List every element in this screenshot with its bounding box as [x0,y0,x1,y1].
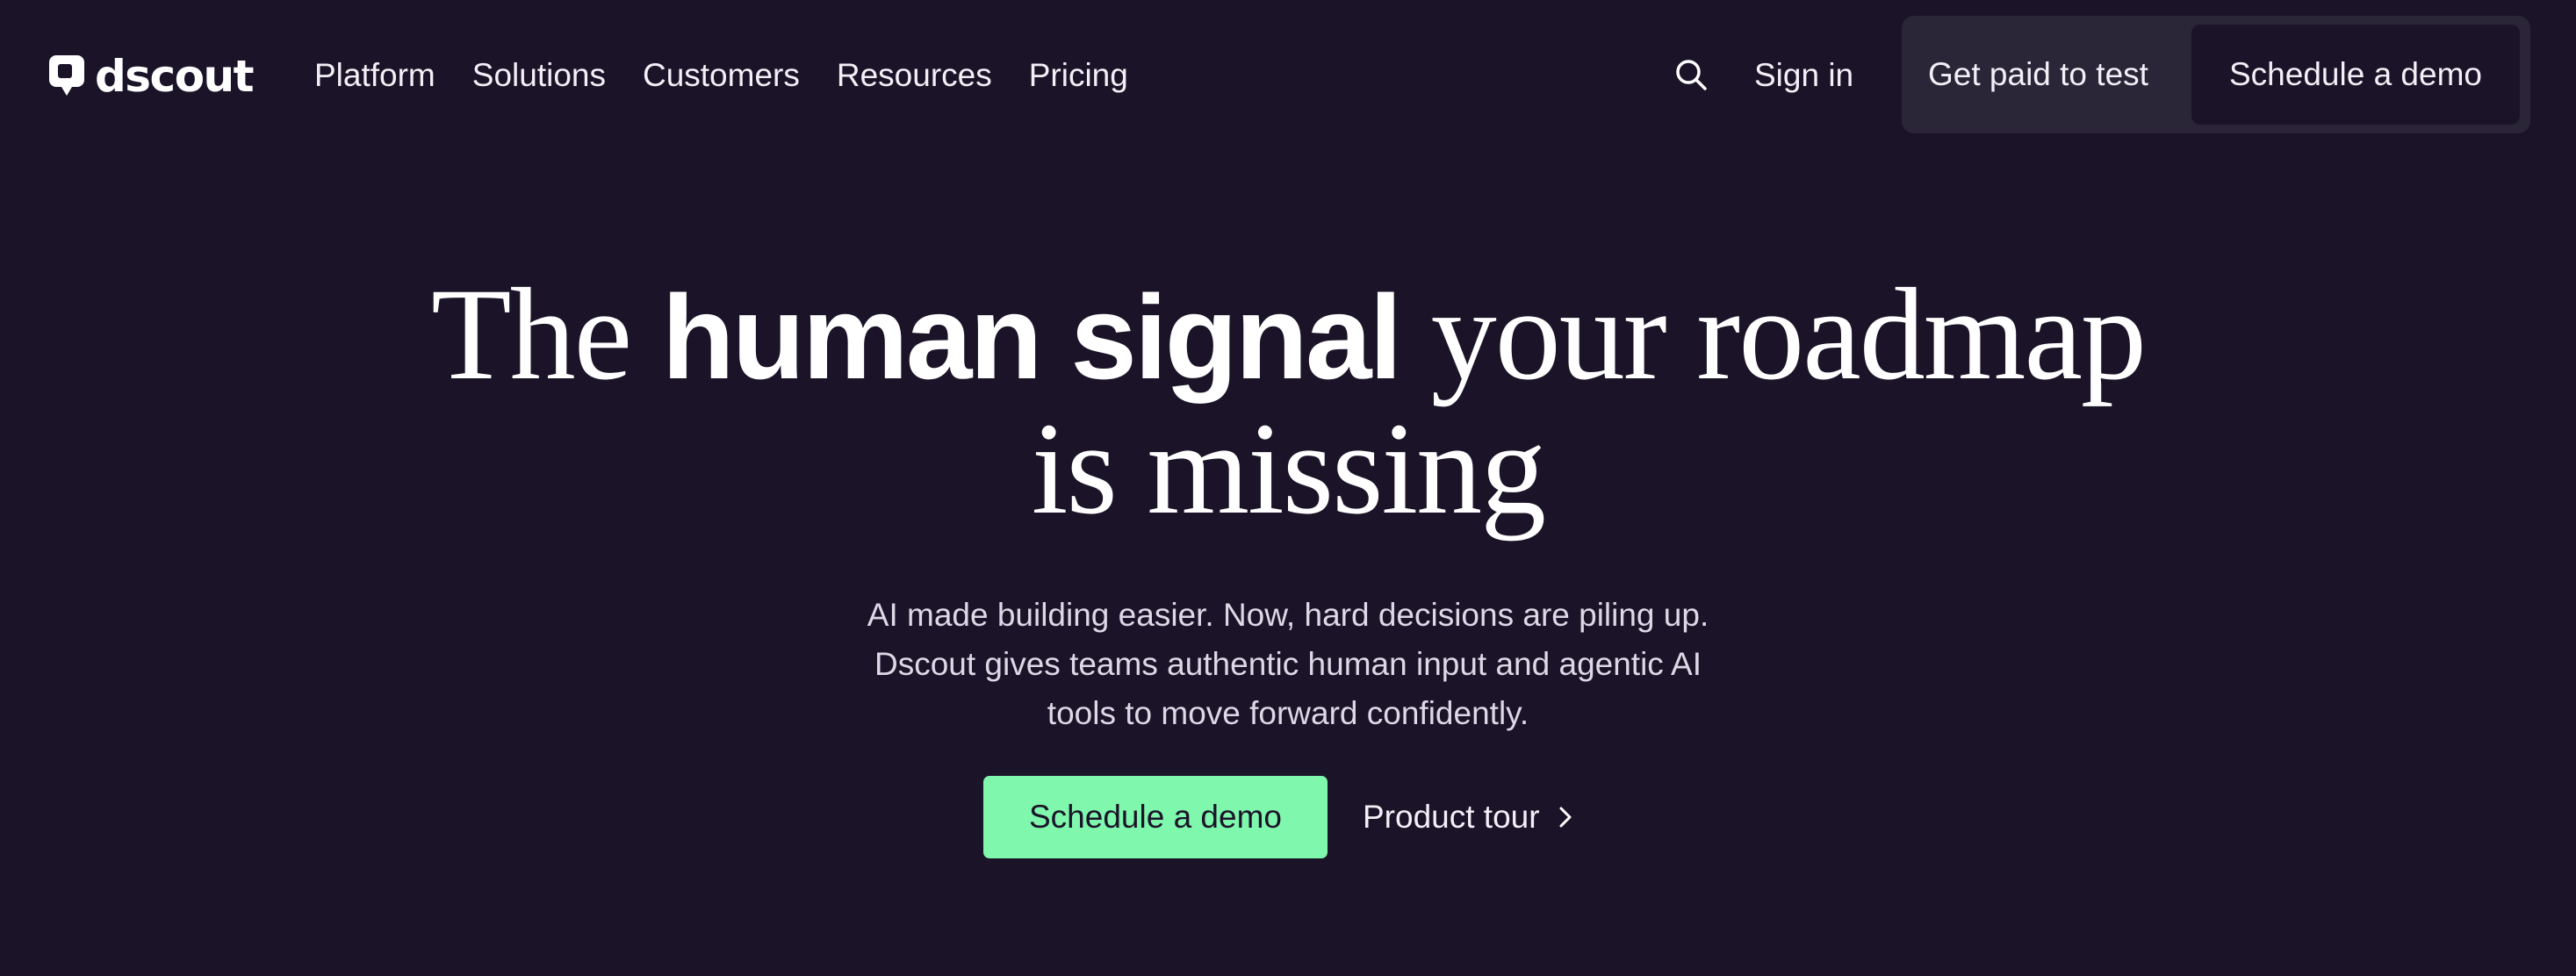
sign-in-link[interactable]: Sign in [1754,51,1853,100]
logo[interactable]: dscout [49,49,255,104]
hero-title-emphasis: human signal [661,270,1403,404]
nav-item-customers[interactable]: Customers [643,51,800,100]
hero-subtitle: AI made building easier. Now, hard decis… [805,591,1771,738]
search-button[interactable] [1673,56,1709,95]
site-header: dscout Platform Solutions Customers Reso… [0,0,2576,151]
chevron-right-icon [1559,807,1572,828]
speech-bubble-icon [49,55,84,96]
header-schedule-demo-button[interactable]: Schedule a demo [2191,25,2520,125]
nav-item-resources[interactable]: Resources [837,51,992,100]
hero-title-line-1: The human signal your roadmap [0,269,2576,403]
logo-text: dscout [95,51,255,102]
schedule-demo-button[interactable]: Schedule a demo [983,776,1328,858]
nav-item-solutions[interactable]: Solutions [472,51,606,100]
product-tour-link[interactable]: Product tour [1363,776,1573,858]
hero-subtitle-line: tools to move forward confidently. [1047,695,1529,731]
hero-title-pre: The [431,262,662,407]
nav-item-pricing[interactable]: Pricing [1029,51,1128,100]
hero-title-line-2: is missing [1031,396,1546,542]
nav-item-platform[interactable]: Platform [314,51,435,100]
main-nav: Platform Solutions Customers Resources P… [314,51,1128,100]
get-paid-to-test-link[interactable]: Get paid to test [1928,16,2148,133]
header-cta-group: Get paid to test Schedule a demo [1902,16,2530,133]
hero-title: The human signal your roadmap is missing [0,269,2576,535]
hero-title-post: your roadmap [1400,262,2147,407]
product-tour-label: Product tour [1363,799,1540,835]
search-icon [1676,60,1707,90]
hero-subtitle-line: Dscout gives teams authentic human input… [874,646,1702,682]
hero-subtitle-line: AI made building easier. Now, hard decis… [867,597,1709,633]
